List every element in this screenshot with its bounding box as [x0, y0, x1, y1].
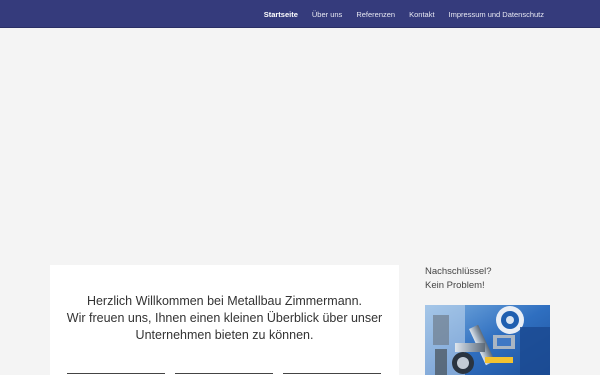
- main-nav: Startseite Über uns Referenzen Kontakt I…: [264, 0, 544, 28]
- welcome-line-1: Herzlich Willkommen bei Metallbau Zimmer…: [86, 294, 363, 308]
- welcome-line-3: Unternehmen bieten zu können.: [135, 328, 314, 342]
- welcome-line-2: Wir freuen uns, Ihnen einen kleinen Über…: [66, 311, 383, 325]
- nav-item-referenzen[interactable]: Referenzen: [356, 10, 395, 19]
- sidebar-title: Nachschlüssel? Kein Problem!: [425, 265, 550, 293]
- top-navigation-bar: Startseite Über uns Referenzen Kontakt I…: [0, 0, 600, 28]
- welcome-text: Herzlich Willkommen bei Metallbau Zimmer…: [50, 293, 399, 344]
- sidebar-title-line-1: Nachschlüssel?: [425, 266, 492, 277]
- key-machine-illustration: [425, 305, 550, 375]
- nav-item-kontakt[interactable]: Kontakt: [409, 10, 434, 19]
- key-machine-image: [425, 305, 550, 375]
- sidebar: Nachschlüssel? Kein Problem!: [425, 265, 550, 375]
- nav-item-ueber-uns[interactable]: Über uns: [312, 10, 342, 19]
- nav-item-impressum-datenschutz[interactable]: Impressum und Datenschutz: [449, 10, 544, 19]
- nav-item-startseite[interactable]: Startseite: [264, 10, 298, 19]
- sidebar-title-line-2: Kein Problem!: [425, 280, 485, 291]
- welcome-card: Herzlich Willkommen bei Metallbau Zimmer…: [50, 265, 399, 375]
